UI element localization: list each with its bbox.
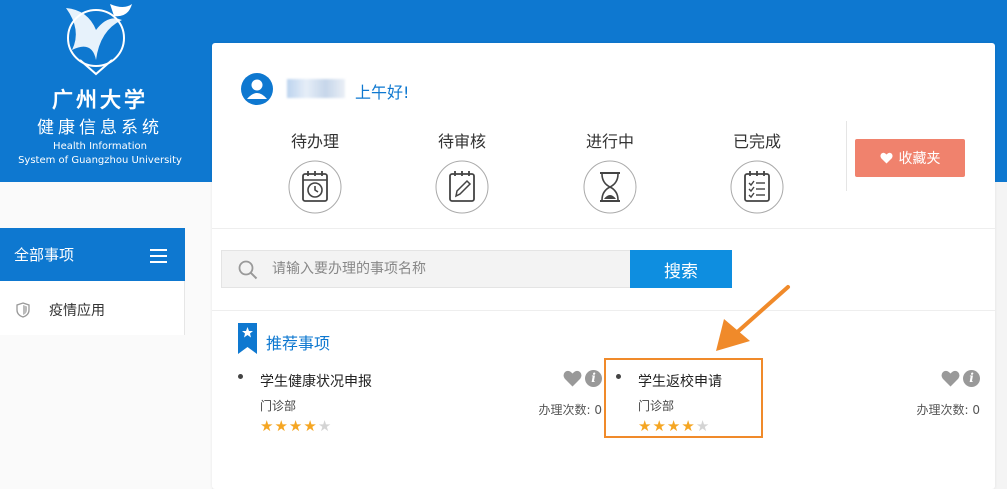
favorite-heart-icon[interactable]: [941, 370, 960, 387]
star-filled-icon: ★: [274, 417, 289, 435]
greeting-text: 上午好!: [355, 83, 410, 102]
stat-pending[interactable]: 待办理: [260, 128, 370, 214]
search-input[interactable]: [272, 256, 622, 282]
heart-icon: [879, 152, 893, 164]
annotation-arrow-icon: [716, 285, 790, 351]
bullet: [238, 374, 243, 379]
search-icon: [238, 260, 258, 280]
checklist-icon: [730, 160, 784, 214]
star-filled-icon: ★: [260, 417, 275, 435]
stat-label: 待审核: [437, 132, 486, 151]
sidebar-header-label: 全部事项: [14, 246, 75, 264]
item-department: 门诊部: [260, 399, 297, 413]
user-name-blurred: [287, 79, 345, 98]
stat-review[interactable]: 待审核: [407, 128, 517, 214]
stat-label: 已完成: [732, 132, 781, 151]
item-name[interactable]: 学生健康状况申报: [260, 371, 372, 391]
sidebar-header[interactable]: 全部事项: [0, 228, 185, 281]
logo-university-name: 广州大学: [52, 87, 148, 112]
shield-icon: [16, 302, 30, 318]
recommended-item[interactable]: 学生健康状况申报 门诊部 ★★★★★ i 办理次数: 0: [238, 364, 602, 444]
university-emblem-icon: [66, 4, 132, 76]
user-avatar-icon[interactable]: [240, 72, 274, 106]
info-icon[interactable]: i: [585, 370, 602, 387]
search-box: [221, 250, 632, 288]
item-count: 办理次数: 0: [916, 403, 981, 417]
star-filled-icon: ★: [303, 417, 318, 435]
stat-completed[interactable]: 已完成: [702, 128, 812, 214]
stat-in-progress[interactable]: 进行中: [555, 128, 665, 214]
stat-label: 进行中: [585, 132, 634, 151]
logo-english-line2: System of Guangzhou University: [18, 155, 182, 166]
bookmark-star-icon: [238, 323, 257, 354]
recommended-title: 推荐事项: [266, 334, 331, 353]
info-icon[interactable]: i: [963, 370, 980, 387]
favorites-button[interactable]: 收藏夹: [855, 139, 965, 177]
divider: [212, 228, 995, 229]
clock-calendar-icon: [288, 160, 342, 214]
item-count: 办理次数: 0: [538, 403, 603, 417]
star-empty-icon: ★: [317, 417, 333, 435]
sidebar-item-label: 疫情应用: [49, 303, 105, 319]
university-logo: 广州大学 健康信息系统 Health Information System of…: [0, 0, 212, 182]
logo-english-line1: Health Information: [53, 141, 147, 152]
logo-system-name: 健康信息系统: [37, 118, 163, 138]
stat-label: 待办理: [290, 132, 339, 151]
rating-stars: ★★★★★: [260, 417, 332, 435]
star-filled-icon: ★: [288, 417, 304, 435]
hamburger-menu-icon[interactable]: [150, 249, 167, 267]
pencil-calendar-icon: [435, 160, 489, 214]
sidebar-item-epidemic[interactable]: 疫情应用: [0, 281, 185, 335]
highlight-box: [604, 358, 763, 438]
sidebar: 全部事项 疫情应用: [0, 182, 212, 489]
hourglass-icon: [583, 160, 637, 214]
divider: [212, 310, 995, 311]
favorite-heart-icon[interactable]: [563, 370, 582, 387]
divider: [846, 121, 847, 191]
favorites-button-label: 收藏夹: [898, 151, 941, 167]
